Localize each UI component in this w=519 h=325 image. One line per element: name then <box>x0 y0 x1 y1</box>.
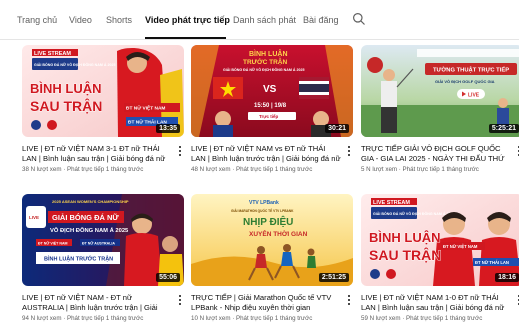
video-card[interactable]: LIVE STREAM GIẢI BÓNG ĐÁ NỮ VÔ ĐỊCH ĐÔNG… <box>361 194 519 325</box>
thumb-team-label-2: ĐT NỮ THÁI LAN <box>475 260 509 265</box>
video-title[interactable]: LIVE | ĐT nữ VIỆT NAM - ĐT nữ AUSTRALIA … <box>22 293 172 313</box>
thumb-headline: TƯỜNG THUẬT TRỰC TIẾP <box>433 66 509 74</box>
tab-shorts[interactable]: Shorts <box>106 15 132 25</box>
thumb-time: 15:50 | 19/8 <box>254 103 287 109</box>
video-meta: 38 N lượt xem · Phát trực tiếp 1 tháng t… <box>22 166 144 173</box>
thumb-live: LIVE <box>468 93 480 99</box>
thumb-line1: BÌNH LUẬN <box>249 49 288 58</box>
active-tab-underline <box>145 37 226 39</box>
video-duration: 13:35 <box>156 124 180 133</box>
video-duration: 5:25:21 <box>488 124 519 133</box>
search-icon[interactable] <box>352 12 366 26</box>
more-options-icon[interactable] <box>345 144 353 158</box>
thumb-team-label: ĐT NỮ VIỆT NAM <box>443 244 478 249</box>
thumb-sub: GIẢI VÔ ĐỊCH GOLF QUỐC GIA <box>435 79 495 84</box>
video-meta: 94 N lượt xem · Phát trực tiếp 1 tháng t… <box>22 315 144 322</box>
thumb-tag: LIVE STREAM <box>373 200 410 206</box>
video-meta: 48 N lượt xem · Phát trực tiếp 1 tháng t… <box>191 166 313 173</box>
thumb-line1: BÌNH LUẬN <box>369 230 441 245</box>
thumb-small: GIẢI MARATHON QUỐC TẾ VTV LPBANK <box>231 208 294 213</box>
thumb-line1: GIẢI BÓNG ĐÁ NỮ <box>52 213 119 222</box>
thumb-line1: BÌNH LUẬN <box>30 81 102 96</box>
video-thumbnail[interactable]: LIVE STREAM GIẢI BÓNG ĐÁ NỮ VÔ ĐỊCH ĐÔNG… <box>361 194 519 286</box>
more-options-icon[interactable] <box>515 293 519 307</box>
video-card[interactable]: TƯỜNG THUẬT TRỰC TIẾP GIẢI VÔ ĐỊCH GOLF … <box>361 45 519 180</box>
video-duration: 55:06 <box>156 273 180 282</box>
video-card[interactable]: LIVE STREAM GIẢI BÓNG ĐÁ NỮ VÔ ĐỊCH ĐÔNG… <box>22 45 184 180</box>
video-title[interactable]: TRỰC TIẾP | Giải Marathon Quốc tế VTV LP… <box>191 293 341 313</box>
video-meta: 5 N lượt xem · Phát trực tiếp 1 tháng tr… <box>361 166 479 173</box>
video-card[interactable]: 2025 ASEAN WOMEN'S CHAMPIONSHIP LIVE GIẢ… <box>22 194 184 325</box>
thumb-line2: SAU TRẬN <box>30 97 102 114</box>
more-options-icon[interactable] <box>176 144 184 158</box>
video-title[interactable]: LIVE | ĐT nữ VIỆT NAM 3-1 ĐT nữ THÁI LAN… <box>22 144 172 164</box>
tab-playlists[interactable]: Danh sách phát <box>233 15 296 25</box>
video-duration: 30:21 <box>325 124 349 133</box>
thumb-line2: VÔ ĐỊCH ĐÔNG NAM Á 2025 <box>50 226 129 234</box>
channel-tab-bar: Trang chủ Video Shorts Video phát trực t… <box>0 0 519 40</box>
video-title[interactable]: TRỰC TIẾP GIẢI VÔ ĐỊCH GOLF QUỐC GIA - G… <box>361 144 511 164</box>
thumb-brand: VTV LPBank <box>249 200 279 206</box>
thumb-banner: 2025 ASEAN WOMEN'S CHAMPIONSHIP <box>52 199 129 204</box>
tab-posts[interactable]: Bài đăng <box>303 15 339 25</box>
video-meta: 10 N lượt xem · Phát trực tiếp 1 tháng t… <box>191 315 313 322</box>
thumb-cup: GIẢI BÓNG ĐÁ NỮ VÔ ĐỊCH ĐÔNG NAM Á 2025 <box>34 62 115 67</box>
thumb-line1: NHỊP ĐIỆU <box>243 215 293 228</box>
video-thumbnail[interactable]: TƯỜNG THUẬT TRỰC TIẾP GIẢI VÔ ĐỊCH GOLF … <box>361 45 519 137</box>
thumb-team2: ĐT NỮ AUSTRALIA <box>82 241 115 246</box>
video-duration: 18:16 <box>495 273 519 282</box>
thumb-cup: GIẢI BÓNG ĐÁ NỮ VÔ ĐỊCH ĐÔNG NAM Á 2025 <box>373 211 454 216</box>
thumb-tag: LIVE STREAM <box>34 51 71 57</box>
tab-videos[interactable]: Video <box>69 15 92 25</box>
thumb-venue: Trực tiếp <box>259 113 279 119</box>
tab-home[interactable]: Trang chủ <box>17 15 57 25</box>
video-card[interactable]: BÌNH LUẬN TRƯỚC TRẬN GIẢI BÓNG ĐÁ NỮ VÔ … <box>191 45 353 180</box>
video-thumbnail[interactable]: VTV LPBank GIẢI MARATHON QUỐC TẾ VTV LPB… <box>191 194 353 286</box>
video-title[interactable]: LIVE | ĐT nữ VIỆT NAM 1-0 ĐT nữ THÁI LAN… <box>361 293 511 313</box>
thumb-tag: LIVE <box>29 215 39 220</box>
more-options-icon[interactable] <box>345 293 353 307</box>
video-thumbnail[interactable]: 2025 ASEAN WOMEN'S CHAMPIONSHIP LIVE GIẢ… <box>22 194 184 286</box>
thumb-line2: TRƯỚC TRẬN <box>243 57 287 66</box>
thumb-line2: XUYÊN THỜI GIAN <box>249 229 308 238</box>
video-title[interactable]: LIVE | ĐT nữ VIỆT NAM vs ĐT nữ THÁI LAN … <box>191 144 341 164</box>
thumb-cup: GIẢI BÓNG ĐÁ NỮ VÔ ĐỊCH ĐÔNG NAM Á 2025 <box>223 67 304 72</box>
thumb-footer: BÌNH LUẬN TRƯỚC TRẬN <box>44 255 113 263</box>
video-meta: 59 N lượt xem · Phát trực tiếp 1 tháng t… <box>361 315 483 322</box>
video-card[interactable]: VTV LPBank GIẢI MARATHON QUỐC TẾ VTV LPB… <box>191 194 353 325</box>
video-thumbnail[interactable]: BÌNH LUẬN TRƯỚC TRẬN GIẢI BÓNG ĐÁ NỮ VÔ … <box>191 45 353 137</box>
tab-live[interactable]: Video phát trực tiếp <box>145 15 230 25</box>
thumb-team1: ĐT NỮ VIỆT NAM <box>38 241 68 246</box>
thumb-vs: VS <box>263 84 277 95</box>
video-thumbnail[interactable]: LIVE STREAM GIẢI BÓNG ĐÁ NỮ VÔ ĐỊCH ĐÔNG… <box>22 45 184 137</box>
more-options-icon[interactable] <box>515 144 519 158</box>
thumb-line2: SAU TRẬN <box>369 246 441 263</box>
more-options-icon[interactable] <box>176 293 184 307</box>
video-duration: 2:51:25 <box>318 273 349 282</box>
